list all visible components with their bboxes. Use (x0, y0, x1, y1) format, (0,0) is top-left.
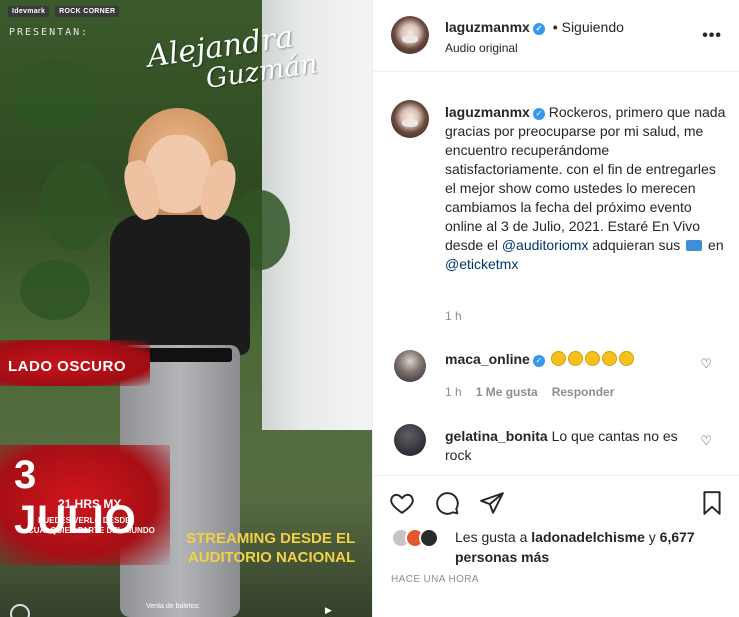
brand-logos: Idevmark ROCK CORNER (8, 6, 120, 17)
comment-text: maca_online ✓ (445, 351, 634, 367)
post-container: Idevmark ROCK CORNER PRESENTAN: Alejandr… (0, 0, 739, 617)
comments-section: laguzmanmx ✓ Rockeros, primero que nada g… (373, 72, 739, 475)
streaming-line-1: STREAMING DESDE EL (186, 530, 356, 547)
caption-avatar[interactable] (391, 100, 429, 138)
presentan-text: PRESENTAN: (9, 27, 90, 38)
event-sub-1: PUEDES VERLO DESDE (38, 516, 131, 525)
comment-text: gelatina_bonita Lo que cantas no es rock (445, 427, 685, 465)
caption-text: laguzmanmx ✓ Rockeros, primero que nada g… (445, 103, 727, 274)
event-hours: 21 HRS MX (58, 497, 122, 511)
clap-emoji-icon (601, 351, 617, 366)
bookmark-icon[interactable] (699, 490, 727, 518)
mention-auditoriomx[interactable]: @auditoriomx (502, 237, 589, 253)
foliage (10, 60, 100, 130)
foliage (40, 160, 110, 250)
like-comment-icon[interactable]: ♡ (700, 433, 712, 449)
person-torso (110, 215, 250, 355)
separator-dot: • (552, 19, 558, 35)
header-user-line: laguzmanmx ✓ • Siguiendo (445, 19, 624, 35)
comment-icon[interactable] (434, 490, 462, 518)
like-comment-icon[interactable]: ♡ (700, 356, 712, 372)
comment-username[interactable]: gelatina_bonita (445, 428, 548, 444)
comment-avatar[interactable] (394, 424, 426, 456)
comment-likes[interactable]: 1 Me gusta (476, 385, 538, 399)
streaming-text: STREAMING DESDE EL AUDITORIO NACIONAL (186, 529, 355, 567)
comment-time[interactable]: 1 h (445, 385, 462, 399)
like-icon[interactable] (389, 490, 417, 518)
header-username[interactable]: laguzmanmx (445, 19, 530, 35)
clap-emoji-icon (550, 351, 566, 366)
verified-icon: ✓ (532, 23, 545, 35)
likes-connector: y (648, 529, 656, 545)
lado-oscuro-text: LADO OSCURO (8, 358, 126, 375)
mention-eticketmx[interactable]: @eticketmx (445, 256, 518, 272)
brand-logo-1: Idevmark (8, 6, 50, 17)
post-video[interactable]: Idevmark ROCK CORNER PRESENTAN: Alejandr… (0, 0, 372, 617)
reply-button[interactable]: Responder (552, 385, 615, 399)
clap-emoji-icon (618, 351, 634, 366)
post-side-panel: laguzmanmx ✓ • Siguiendo Audio original ••… (372, 0, 739, 617)
avatar (419, 528, 439, 548)
caption-body-1: Rockeros, primero que nada gracias por p… (445, 104, 726, 253)
brand-logo-2: ROCK CORNER (55, 6, 120, 17)
clap-emoji-icon (584, 351, 600, 366)
share-icon[interactable] (479, 490, 507, 518)
comment-avatar[interactable] (394, 350, 426, 382)
verified-icon: ✓ (532, 355, 545, 367)
comment-meta: 1 h 1 Me gusta Responder (445, 385, 614, 399)
liked-by-avatars[interactable] (391, 528, 439, 548)
likes-user[interactable]: ladonadelchisme (531, 529, 645, 545)
caption-body-2: adquieran sus (592, 237, 681, 253)
verified-icon: ✓ (532, 108, 545, 120)
more-options-icon[interactable]: ••• (702, 27, 722, 45)
likes-prefix: Les gusta a (455, 529, 528, 545)
streaming-line-2: AUDITORIO NACIONAL (187, 549, 356, 566)
audio-link[interactable]: Audio original (445, 41, 518, 55)
caption-time[interactable]: 1 h (445, 309, 462, 323)
comment-username[interactable]: maca_online (445, 351, 530, 367)
play-icon[interactable]: ▶ (325, 605, 332, 616)
caption-username[interactable]: laguzmanmx (445, 104, 530, 120)
foliage (20, 260, 90, 320)
avatar[interactable] (391, 16, 429, 54)
action-bar: Les gusta a ladonadelchisme y 6,677 pers… (373, 475, 739, 617)
likes-summary: Les gusta a ladonadelchisme y 6,677 pers… (455, 527, 725, 567)
event-sub-2: CUALQUIER PARTE DEL MUNDO (28, 526, 155, 535)
ticket-emoji-icon (686, 240, 703, 251)
post-time[interactable]: HACE UNA HORA (391, 574, 479, 585)
follow-status[interactable]: Siguiendo (562, 19, 624, 35)
tickets-text: Venta de boletos: (146, 603, 201, 610)
clap-emoji-icon (567, 351, 583, 366)
lado-oscuro-banner: LADO OSCURO (0, 340, 150, 386)
post-header: laguzmanmx ✓ • Siguiendo Audio original ••… (373, 0, 739, 72)
date-banner: 3 JULIO 21 HRS MX PUEDES VERLO DESDE CUA… (0, 445, 170, 565)
sponsor-logo (10, 604, 30, 617)
caption-body-3: en (708, 237, 724, 253)
